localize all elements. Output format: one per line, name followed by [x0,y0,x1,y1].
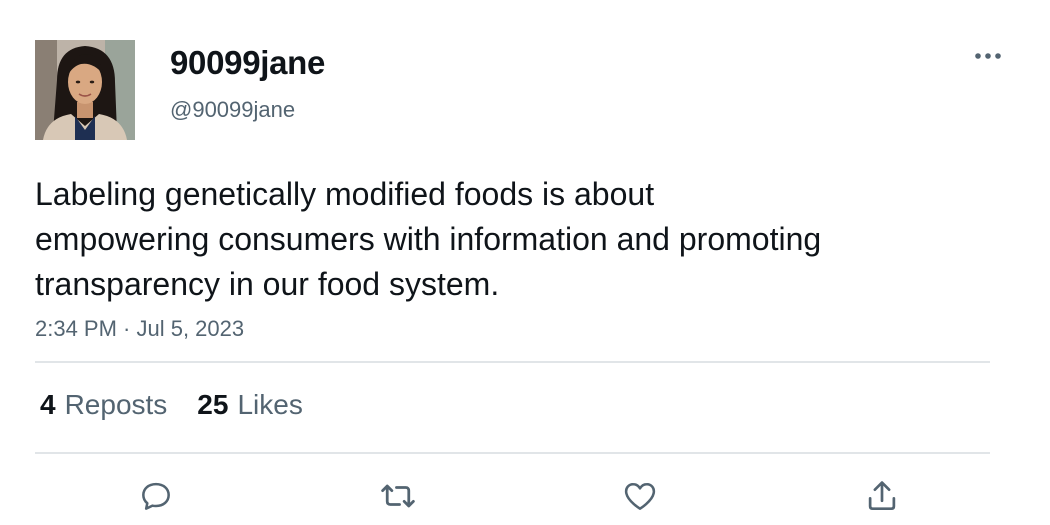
profile-photo-icon [35,40,135,140]
reposts-stat[interactable]: 4 Reposts [40,389,167,421]
repost-arrows-icon [381,484,415,508]
reply-button[interactable] [134,474,178,518]
display-name[interactable]: 90099jane [170,44,325,82]
heart-icon [624,483,656,510]
like-button[interactable] [618,474,662,518]
likes-count: 25 [197,389,229,420]
avatar[interactable] [35,40,135,140]
divider [35,361,990,363]
more-options-button[interactable] [968,40,1008,72]
tweet-text: Labeling genetically modified foods is a… [35,176,822,302]
user-handle[interactable]: @90099jane [170,97,295,123]
tweet-timestamp[interactable]: 2:34 PM · Jul 5, 2023 [35,316,244,342]
tweet-card: 90099jane @90099jane Labeling geneticall… [0,0,1050,525]
reposts-label: Reposts [64,389,168,420]
likes-stat[interactable]: 25 Likes [197,389,303,421]
share-button[interactable] [860,474,904,518]
repost-button[interactable] [376,474,420,518]
more-dots-icon [975,53,1001,59]
engagement-stats: 4 Reposts 25 Likes [40,389,303,421]
divider [35,452,990,454]
likes-label: Likes [237,389,303,420]
upload-icon [868,481,896,511]
reposts-count: 4 [40,389,56,420]
speech-bubble-icon [142,482,170,510]
